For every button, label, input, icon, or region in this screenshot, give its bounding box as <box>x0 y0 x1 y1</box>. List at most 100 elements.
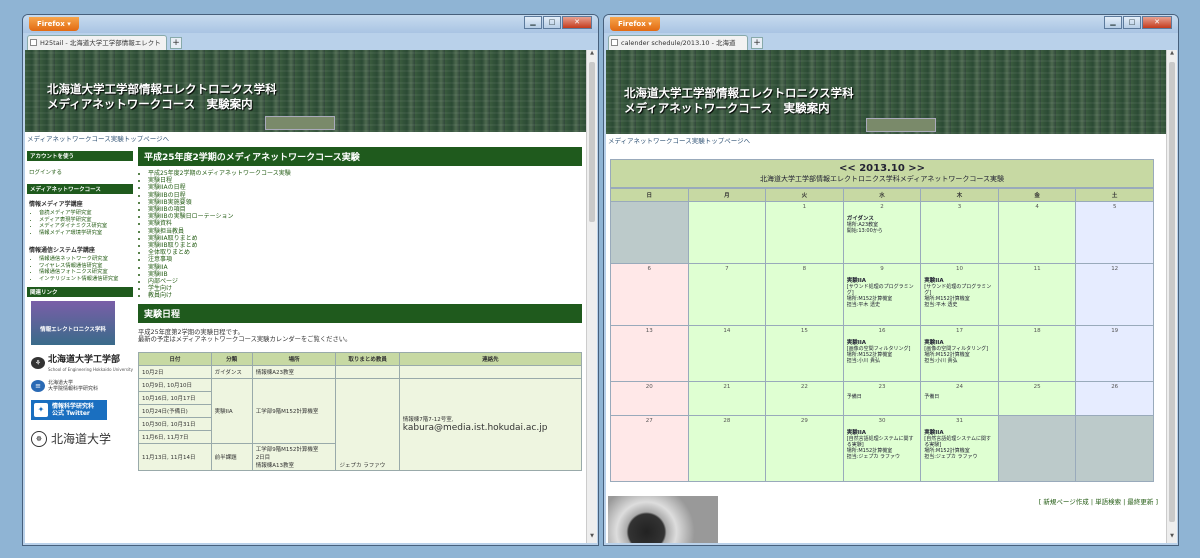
cell: 実験IIA <box>210 377 253 444</box>
calendar-day-cell[interactable]: 13 <box>610 325 689 382</box>
calendar-event[interactable]: 予備日 <box>924 394 995 400</box>
calendar-event[interactable]: 実験IIA [画像の空間フィルタリング] 場所:M152計算機室 担当:小川 貴弘 <box>847 338 918 364</box>
minimize-button[interactable]: ▁ <box>1104 16 1122 29</box>
calendar-day-cell[interactable]: 31 実験IIA [自然言語処理システムに関する実験] 場所:M152計算機室 担当:ジ… <box>920 415 999 482</box>
close-button[interactable]: ✕ <box>562 16 592 29</box>
browser-tab[interactable]: calender schedule/2013.10 - 北海道 <box>608 35 748 50</box>
calendar-day-cell[interactable]: 15 <box>765 325 844 382</box>
toc-link[interactable]: 内部ページ 学生向け 教員向け <box>148 278 582 300</box>
toc-link[interactable]: 実験IIBの日程 実験IIB実施要領 実験IIBの項目 実験IIBの実験日ローテ… <box>148 192 582 221</box>
calendar-day-cell[interactable]: 20 <box>610 381 689 416</box>
calendar-event[interactable]: 予備日 <box>847 394 918 400</box>
calendar-day-cell[interactable] <box>1075 415 1154 482</box>
breadcrumb-link[interactable]: メディアネットワークコース実験トップページへ <box>606 134 1166 145</box>
calendar-event[interactable]: 実験IIA [自然言語処理システムに関する実験] 場所:M152計算機室 担当:ジェプ… <box>924 428 995 460</box>
maximize-button[interactable]: □ <box>543 16 561 29</box>
browser-tab[interactable]: H25tail - 北海道大学工学部情報エレクト <box>27 35 167 50</box>
close-button[interactable]: ✕ <box>1142 16 1172 29</box>
calendar-day-cell[interactable]: 17 実験IIA [画像の空間フィルタリング] 場所:M152計算機室 担当:小川 貴弘 <box>920 325 999 382</box>
calendar-day-cell[interactable]: 10 実験IIA [サウンド処理のプログラミング] 場所:M152計算機室 担当:平木 … <box>920 263 999 326</box>
calendar-day-cell[interactable]: 22 <box>765 381 844 416</box>
scroll-down-icon[interactable]: ▼ <box>587 533 597 543</box>
calendar-event[interactable]: 実験IIA [画像の空間フィルタリング] 場所:M152計算機室 担当:小川 貴弘 <box>924 338 995 364</box>
toc-link[interactable]: 教員向け <box>148 292 582 299</box>
scrollbar-thumb[interactable] <box>589 62 595 222</box>
toc-link[interactable]: 学生向け <box>148 285 582 292</box>
breadcrumb-link[interactable]: メディアネットワークコース実験トップページへ <box>25 132 586 143</box>
calendar-day-cell[interactable]: 4 <box>997 201 1077 264</box>
calendar-day-cell[interactable]: 21 <box>687 381 767 416</box>
scroll-down-icon[interactable]: ▼ <box>1167 533 1177 543</box>
calendar-event[interactable]: 実験IIA [サウンド処理のプログラミング] 場所:M152計算機室 担当:平木 透史 <box>847 276 918 308</box>
firefox-menu-button[interactable]: Firefox ▾ <box>610 17 660 31</box>
toc-link[interactable]: 全体取りまとめ <box>148 249 582 256</box>
calendar-day-cell[interactable]: 19 <box>1075 325 1154 382</box>
calendar-event[interactable]: 実験IIA [自然言語処理システムに関する実験] 場所:M152計算機室 担当:ジェプ… <box>847 428 918 460</box>
calendar-day-cell[interactable]: 7 <box>687 263 767 326</box>
engineering-logo-link[interactable]: ⚘ 北海道大学工学部 School of Engineering Hokkaido… <box>31 352 133 373</box>
calendar-day-cell[interactable]: 6 <box>610 263 689 326</box>
toc-link[interactable]: 実験IIB実施要領 <box>148 199 582 206</box>
toc-link[interactable]: 実験資料 <box>148 220 582 227</box>
calendar-event[interactable]: ガイダンス 場所:A23教室 開始:13:00から <box>847 214 918 234</box>
cell: 10月2日 <box>138 364 212 379</box>
calendar-day-cell[interactable]: 25 <box>997 381 1077 416</box>
maximize-button[interactable]: □ <box>1123 16 1141 29</box>
calendar-event[interactable]: 実験IIA [サウンド処理のプログラミング] 場所:M152計算機室 担当:平木 透史 <box>924 276 995 308</box>
weekday-header: 火 <box>765 188 844 202</box>
toc-link[interactable]: 実験日程 実験IIAの日程 <box>148 177 582 191</box>
toc-link[interactable]: 実験担当教員 実験IIA取りまとめ 実験IIB取りまとめ 全体取りまとめ <box>148 228 582 257</box>
calendar-day-cell[interactable]: 27 <box>610 415 689 482</box>
toc-link[interactable]: 実験IIA取りまとめ <box>148 235 582 242</box>
calendar-day-cell[interactable] <box>997 415 1077 482</box>
scroll-up-icon[interactable]: ▲ <box>1167 50 1177 60</box>
calendar-day-cell[interactable]: 12 <box>1075 263 1154 326</box>
calendar-day-cell[interactable]: 5 <box>1075 201 1154 264</box>
page-icon <box>611 39 618 46</box>
calendar-day-cell[interactable]: 29 <box>765 415 844 482</box>
calendar-day-cell[interactable]: 9 実験IIA [サウンド処理のプログラミング] 場所:M152計算機室 担当:平木 透… <box>842 263 922 326</box>
minimize-button[interactable]: ▁ <box>524 16 542 29</box>
calendar-day-cell[interactable]: 1 <box>765 201 844 264</box>
toc-link[interactable]: 実験IIB取りまとめ <box>148 242 582 249</box>
department-banner-link[interactable]: 情報エレクトロニクス学科 <box>31 301 115 345</box>
vertical-scrollbar[interactable]: ▲ ▼ <box>586 50 597 543</box>
scrollbar-thumb[interactable] <box>1169 62 1175 522</box>
calendar-day-cell[interactable]: 14 <box>687 325 767 382</box>
sidebar-head-course[interactable]: メディアネットワークコース <box>27 184 133 194</box>
calendar-day-cell[interactable]: 3 <box>920 201 999 264</box>
lab-link[interactable]: 情報メディア環境学研究室 <box>39 230 133 237</box>
toc-link[interactable]: 注意事項 実験IIA 実験IIB <box>148 256 582 278</box>
new-tab-button[interactable]: + <box>170 37 182 49</box>
calendar-day-cell[interactable]: 24 予備日 <box>920 381 999 416</box>
new-tab-button[interactable]: + <box>751 37 763 49</box>
calendar-day-cell[interactable]: 8 <box>765 263 844 326</box>
toc-link[interactable]: 実験IIAの日程 <box>148 184 582 191</box>
calendar-day-cell[interactable]: 16 実験IIA [画像の空間フィルタリング] 場所:M152計算機室 担当:小川 貴弘 <box>842 325 922 382</box>
calendar-day-cell[interactable]: 18 <box>997 325 1077 382</box>
toc-link[interactable]: 実験IIBの実験日ローテーション <box>148 213 582 220</box>
calendar-day-cell[interactable] <box>610 201 689 264</box>
calendar-day-cell[interactable]: 11 <box>997 263 1077 326</box>
footer-links[interactable]: [ 新規ページ作成 | 単語検索 | 最終更新 ] <box>1039 496 1158 506</box>
twitter-link[interactable]: ✦ 情報科学研究科 公式 Twitter <box>31 400 107 420</box>
toc-link[interactable]: 平成25年度2学期のメディアネットワークコース実験 <box>148 170 582 177</box>
vertical-scrollbar[interactable]: ▲ ▼ <box>1166 50 1177 543</box>
calendar-day-cell[interactable]: 23 予備日 <box>842 381 922 416</box>
ist-logo-link[interactable]: ≡ 北海道大学 大学院情報科学研究科 <box>31 380 133 392</box>
calendar-day-cell[interactable]: 30 実験IIA [自然言語処理システムに関する実験] 場所:M152計算機室 担当:ジ… <box>842 415 922 482</box>
login-link[interactable]: ログインする <box>27 163 133 181</box>
toc-link[interactable]: 実験IIA <box>148 264 582 271</box>
firefox-menu-button[interactable]: Firefox ▾ <box>29 17 79 31</box>
hokudai-logo-link[interactable]: ☸ 北海道大学 <box>31 430 133 447</box>
calendar-day-cell[interactable]: 26 <box>1075 381 1154 416</box>
calendar-day-cell[interactable]: 28 <box>687 415 767 482</box>
calendar-day-cell[interactable]: 2 ガイダンス 場所:A23教室 開始:13:00から <box>842 201 922 264</box>
day-number: 22 <box>800 384 808 390</box>
calendar-day-cell[interactable] <box>687 201 767 264</box>
event-detail: 担当:ジェプカ ラファウ <box>846 454 900 460</box>
scroll-up-icon[interactable]: ▲ <box>587 50 597 60</box>
month-nav[interactable]: << 2013.10 >> <box>611 163 1153 174</box>
lab-link[interactable]: インテリジェント情報通信研究室 <box>39 276 133 283</box>
toc-link[interactable]: 実験IIB <box>148 271 582 278</box>
